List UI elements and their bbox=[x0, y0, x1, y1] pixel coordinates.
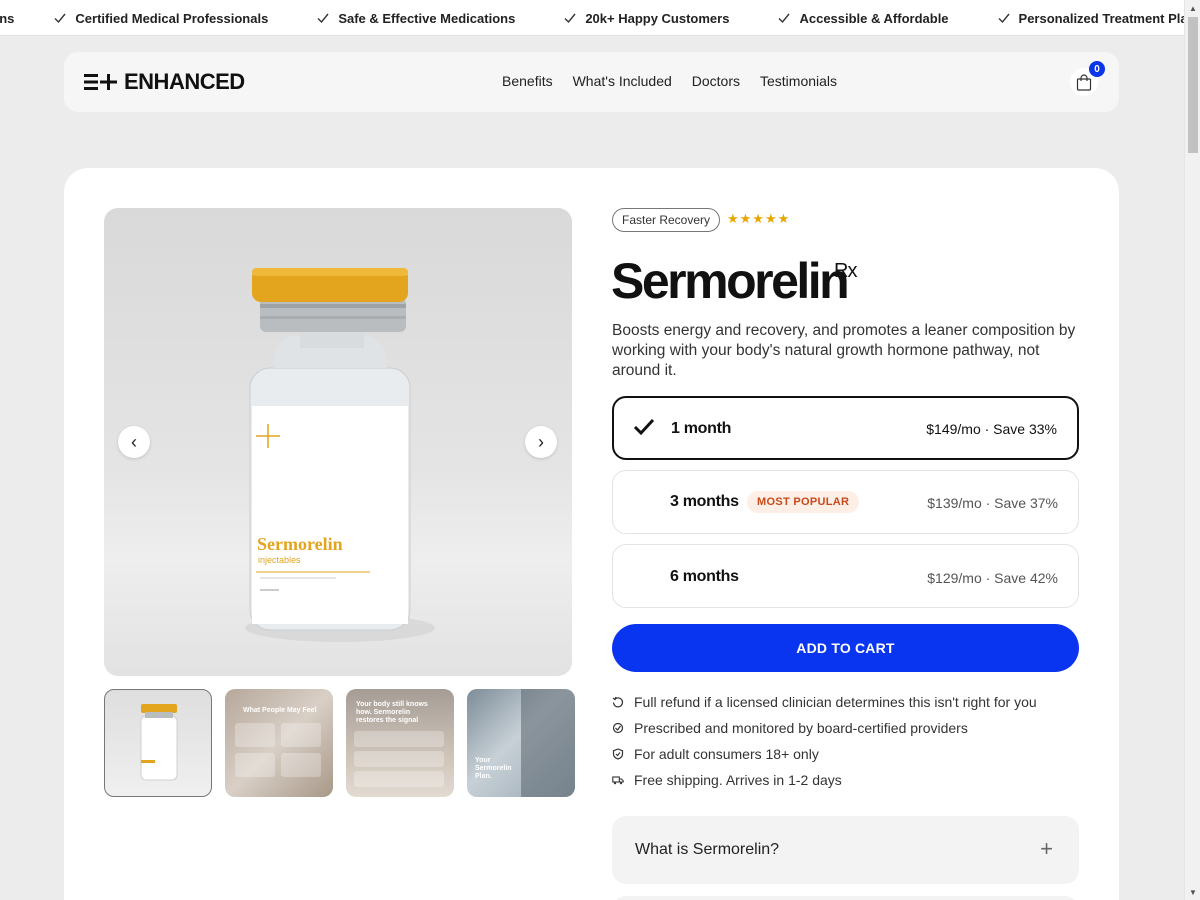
thumbnail-card bbox=[354, 731, 444, 747]
plan-length: 1 month bbox=[671, 420, 732, 437]
shield-icon bbox=[612, 748, 624, 760]
guarantee-item: Free shipping. Arrives in 1-2 days bbox=[612, 767, 1037, 793]
add-to-cart-button[interactable]: ADD TO CART bbox=[612, 624, 1079, 672]
thumbnail-card bbox=[354, 751, 444, 767]
product-vial-image bbox=[245, 268, 435, 642]
marquee-item: Certified Medical Professionals bbox=[54, 11, 268, 26]
scroll-down-icon[interactable]: ▼ bbox=[1185, 884, 1200, 900]
shopping-bag-icon bbox=[1076, 73, 1092, 91]
guarantee-list: Full refund if a licensed clinician dete… bbox=[612, 689, 1037, 793]
cart-button[interactable]: 0 bbox=[1070, 61, 1105, 96]
trust-marquee: ans Certified Medical Professionals Safe… bbox=[0, 0, 1184, 36]
check-icon bbox=[317, 13, 329, 24]
marquee-item: ans bbox=[0, 10, 15, 26]
logo-text: ENHANCED bbox=[124, 69, 245, 94]
vial-label-name: Sermorelin bbox=[257, 534, 343, 554]
product-image-gallery: Sermorelin injectables ‹ › bbox=[104, 208, 572, 676]
guarantee-item: For adult consumers 18+ only bbox=[612, 741, 1037, 767]
scroll-thumb[interactable] bbox=[1188, 17, 1198, 153]
marquee-item: Personalized Treatment Pla bbox=[998, 11, 1184, 26]
plan-price: $139/mo · Save 37% bbox=[927, 495, 1058, 511]
faq-what-is-sermorelin[interactable]: What is Sermorelin? + bbox=[612, 816, 1079, 884]
most-popular-badge: MOST POPULAR bbox=[747, 491, 860, 513]
scroll-up-icon[interactable]: ▲ bbox=[1185, 0, 1200, 16]
thumbnail-card bbox=[235, 753, 275, 777]
product-card: Sermorelin injectables ‹ › What People M… bbox=[64, 168, 1119, 900]
plan-option-6-months[interactable]: 6 months $129/mo · Save 42% bbox=[612, 544, 1079, 608]
check-icon bbox=[564, 13, 576, 24]
thumbnail-3-title: Your body still knows how. Sermorelin re… bbox=[356, 701, 428, 724]
marquee-item: Safe & Effective Medications bbox=[317, 11, 515, 26]
truck-icon bbox=[612, 776, 624, 785]
nav-link-benefits[interactable]: Benefits bbox=[502, 73, 553, 89]
plan-price: $149/mo · Save 33% bbox=[926, 421, 1057, 437]
thumbnail-card bbox=[235, 723, 275, 747]
nav-link-doctors[interactable]: Doctors bbox=[692, 73, 740, 89]
vial-label-sub: injectables bbox=[258, 555, 301, 565]
thumbnail-card bbox=[281, 723, 321, 747]
marquee-track: ans Certified Medical Professionals Safe… bbox=[0, 0, 1184, 35]
nav-link-testimonials[interactable]: Testimonials bbox=[760, 73, 837, 89]
plus-icon: + bbox=[1040, 836, 1053, 861]
refund-icon bbox=[612, 696, 624, 708]
thumbnail-1[interactable] bbox=[104, 689, 212, 797]
provider-icon bbox=[612, 722, 624, 734]
gallery-prev-button[interactable]: ‹ bbox=[118, 426, 150, 458]
logo[interactable]: ENHANCED bbox=[84, 69, 245, 95]
main-nav: Benefits What's Included Doctors Testimo… bbox=[502, 73, 857, 89]
faq-question: What is Sermorelin? bbox=[635, 841, 780, 858]
plan-price: $129/mo · Save 42% bbox=[927, 570, 1058, 586]
thumbnail-4-title: Your Sermorelin Plan. bbox=[475, 757, 512, 780]
plan-option-3-months[interactable]: 3 months MOST POPULAR $139/mo · Save 37% bbox=[612, 470, 1079, 534]
benefit-tag: Faster Recovery bbox=[612, 208, 721, 232]
logo-mark-icon bbox=[84, 74, 117, 90]
page-scrollbar[interactable]: ▲ ▼ bbox=[1184, 0, 1200, 900]
marquee-item: 20k+ Happy Customers bbox=[564, 11, 729, 26]
thumbnail-card bbox=[281, 753, 321, 777]
site-header: ENHANCED Benefits What's Included Doctor… bbox=[64, 52, 1119, 112]
plan-option-1-month[interactable]: 1 month $149/mo · Save 33% bbox=[612, 396, 1079, 460]
guarantee-item: Prescribed and monitored by board-certif… bbox=[612, 715, 1037, 741]
checkmark-icon bbox=[633, 418, 655, 436]
guarantee-item: Full refund if a licensed clinician dete… bbox=[612, 689, 1037, 715]
nav-link-whats-included[interactable]: What's Included bbox=[573, 73, 672, 89]
thumbnail-3[interactable]: Your body still knows how. Sermorelin re… bbox=[346, 689, 454, 797]
thumbnail-4[interactable]: Your Sermorelin Plan. bbox=[467, 689, 575, 797]
check-icon bbox=[778, 13, 791, 24]
cart-count-badge: 0 bbox=[1089, 61, 1105, 77]
faq-next-item[interactable] bbox=[612, 896, 1079, 900]
plan-length: 3 months bbox=[670, 493, 739, 510]
thumbnail-2-title: What People May Feel bbox=[243, 707, 317, 714]
rx-mark: Rx bbox=[834, 260, 857, 282]
product-description: Boosts energy and recovery, and promotes… bbox=[612, 322, 1076, 379]
thumbnail-2[interactable]: What People May Feel bbox=[225, 689, 333, 797]
check-icon bbox=[54, 13, 66, 24]
thumbnail-4-panel bbox=[521, 689, 575, 797]
check-icon bbox=[998, 13, 1010, 24]
marquee-item: Accessible & Affordable bbox=[778, 11, 949, 26]
gallery-next-button[interactable]: › bbox=[525, 426, 557, 458]
vial-thumbnail-icon bbox=[140, 704, 178, 781]
gallery-thumbnails: What People May Feel Your body still kno… bbox=[104, 689, 575, 797]
rating-stars: ★★★★★ bbox=[727, 211, 791, 226]
plan-length: 6 months bbox=[670, 568, 739, 585]
thumbnail-card bbox=[354, 771, 444, 787]
product-title: Sermorelin bbox=[611, 253, 850, 309]
